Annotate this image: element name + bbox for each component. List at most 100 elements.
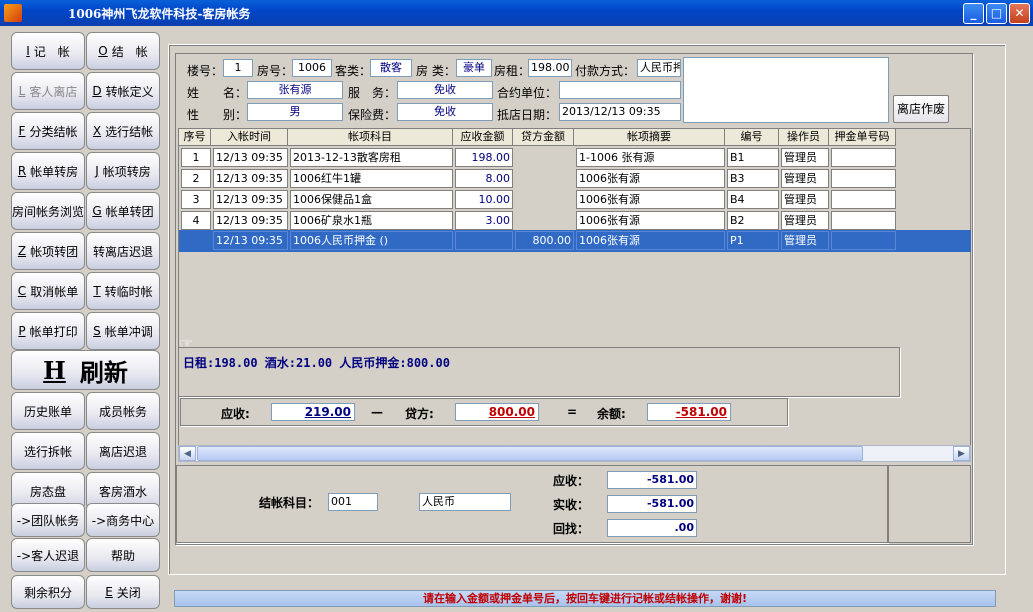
column-header[interactable]: 应收金额	[453, 129, 513, 146]
table-cell[interactable]: B4	[727, 190, 779, 209]
sidebar-button-8[interactable]: 房间帐务浏览	[11, 192, 85, 230]
name-field[interactable]: 张有源	[247, 81, 343, 99]
table-cell[interactable]	[455, 231, 513, 250]
table-cell[interactable]	[831, 169, 896, 188]
scroll-left-icon[interactable]: ◀	[179, 446, 196, 461]
table-cell[interactable]: 1	[181, 148, 211, 167]
table-cell[interactable]	[831, 211, 896, 230]
table-cell[interactable]: 1006张有源	[576, 190, 725, 209]
scroll-thumb[interactable]	[197, 446, 863, 461]
maximize-button[interactable]: □	[986, 3, 1007, 24]
table-cell[interactable]	[831, 148, 896, 167]
table-cell[interactable]: 2	[181, 169, 211, 188]
table-cell[interactable]: B2	[727, 211, 779, 230]
minimize-button[interactable]: _	[963, 3, 984, 24]
table-cell[interactable]: 2013-12-13散客房租	[290, 148, 453, 167]
sidebar-button2-3[interactable]: 离店迟退	[86, 432, 160, 470]
insurance-field[interactable]: 免收	[397, 103, 493, 121]
table-cell[interactable]: 管理员	[781, 169, 829, 188]
column-header[interactable]: 操作员	[779, 129, 829, 146]
table-cell[interactable]: 4	[181, 211, 211, 230]
sidebar-button2-9[interactable]: 帮助	[86, 538, 160, 572]
table-cell[interactable]: 1-1006 张有源	[576, 148, 725, 167]
column-header[interactable]: 帐项科目	[288, 129, 453, 146]
close-window-button[interactable]: ✕	[1009, 3, 1030, 24]
sidebar-button2-7[interactable]: ->商务中心	[86, 503, 160, 537]
table-cell[interactable]: B1	[727, 148, 779, 167]
gender-field[interactable]: 男	[247, 103, 343, 121]
scroll-right-icon[interactable]: ▶	[953, 446, 970, 461]
refresh-button[interactable]: H 刷新	[11, 350, 160, 390]
table-cell[interactable]: 800.00	[515, 231, 574, 250]
sidebar-button-12[interactable]: C 取消帐单	[11, 272, 85, 310]
memo-box[interactable]	[683, 57, 889, 123]
service-field[interactable]: 免收	[397, 81, 493, 99]
table-cell[interactable]: 1006张有源	[576, 211, 725, 230]
table-cell[interactable]	[831, 190, 896, 209]
table-cell[interactable]: 12/13 09:35	[213, 231, 288, 250]
table-cell[interactable]: 1006人民币押金 ()	[290, 231, 453, 250]
sidebar-button-6[interactable]: R 帐单转房	[11, 152, 85, 190]
sidebar-button2-2[interactable]: 选行拆帐	[11, 432, 85, 470]
room-field[interactable]: 1006	[292, 59, 332, 77]
sidebar-button-15[interactable]: S 帐单冲调	[86, 312, 160, 350]
column-header[interactable]: 入帐时间	[211, 129, 288, 146]
table-cell[interactable]: 12/13 09:35	[213, 211, 288, 230]
change-field[interactable]: .00	[607, 519, 697, 537]
column-header[interactable]: 序号	[179, 129, 211, 146]
column-header[interactable]: 押金单号码	[829, 129, 896, 146]
sidebar-button-0[interactable]: I记 帐	[11, 32, 85, 70]
table-cell[interactable]: 12/13 09:35	[213, 190, 288, 209]
sidebar-button-13[interactable]: T 转临时帐	[86, 272, 160, 310]
table-cell[interactable]: 管理员	[781, 190, 829, 209]
sidebar-button-5[interactable]: X 选行结帐	[86, 112, 160, 150]
table-cell[interactable]: 管理员	[781, 148, 829, 167]
guest-type-field[interactable]: 散客	[370, 59, 412, 77]
paid-field[interactable]: -581.00	[607, 495, 697, 513]
table-cell[interactable]: 1006张有源	[576, 231, 725, 250]
subject-name-field[interactable]: 人民币	[419, 493, 511, 511]
sidebar-button2-10[interactable]: 剩余积分	[11, 575, 85, 609]
sidebar-button2-11[interactable]: E 关闭	[86, 575, 160, 609]
table-cell[interactable]: 1006矿泉水1瓶	[290, 211, 453, 230]
table-cell[interactable]: 3	[181, 190, 211, 209]
sidebar-button2-1[interactable]: 成员帐务	[86, 392, 160, 430]
table-cell[interactable]: P1	[727, 231, 779, 250]
checkout-void-button[interactable]: 离店作废	[893, 95, 949, 123]
rent-field[interactable]: 198.00	[528, 59, 572, 77]
contract-field[interactable]	[559, 81, 681, 99]
column-header[interactable]: 帐项摘要	[574, 129, 725, 146]
sidebar-button-1[interactable]: O结 帐	[86, 32, 160, 70]
column-header[interactable]: 编号	[725, 129, 779, 146]
table-cell[interactable]: 8.00	[455, 169, 513, 188]
column-header[interactable]: 贷方金额	[513, 129, 574, 146]
table-cell[interactable]: 管理员	[781, 231, 829, 250]
pay-method-field[interactable]: 人民币押	[637, 59, 681, 77]
due-field[interactable]: -581.00	[607, 471, 697, 489]
sidebar-button-2[interactable]: L 客人离店	[11, 72, 85, 110]
sidebar-button-4[interactable]: F 分类结帐	[11, 112, 85, 150]
table-cell[interactable]: 1006保健品1盒	[290, 190, 453, 209]
table-cell[interactable]: 198.00	[455, 148, 513, 167]
sidebar-button-14[interactable]: P 帐单打印	[11, 312, 85, 350]
sidebar-button-3[interactable]: D 转帐定义	[86, 72, 160, 110]
table-cell[interactable]: 1006张有源	[576, 169, 725, 188]
table-cell[interactable]: 3.00	[455, 211, 513, 230]
sidebar-button-11[interactable]: 转离店迟退	[86, 232, 160, 270]
table-cell[interactable]: 12/13 09:35	[213, 169, 288, 188]
building-field[interactable]: 1	[223, 59, 253, 77]
room-type-field[interactable]: 豪单	[456, 59, 492, 77]
sidebar-button-9[interactable]: G 帐单转团	[86, 192, 160, 230]
table-cell[interactable]	[831, 231, 896, 250]
sidebar-button2-8[interactable]: ->客人迟退	[11, 538, 85, 572]
sidebar-button2-6[interactable]: ->团队帐务	[11, 503, 85, 537]
table-cell[interactable]: 12/13 09:35	[213, 148, 288, 167]
arrival-field[interactable]: 2013/12/13 09:35	[559, 103, 681, 121]
sidebar-button-7[interactable]: J 帐项转房	[86, 152, 160, 190]
sidebar-button2-0[interactable]: 历史账单	[11, 392, 85, 430]
table-cell[interactable]: 1006红牛1罐	[290, 169, 453, 188]
table-cell[interactable]: 管理员	[781, 211, 829, 230]
selected-row[interactable]: ☞ 12/13 09:35 1006人民币押金 () 800.00 1006张有源 P1…	[179, 230, 971, 353]
table-cell[interactable]: B3	[727, 169, 779, 188]
sidebar-button-10[interactable]: Z 帐项转团	[11, 232, 85, 270]
